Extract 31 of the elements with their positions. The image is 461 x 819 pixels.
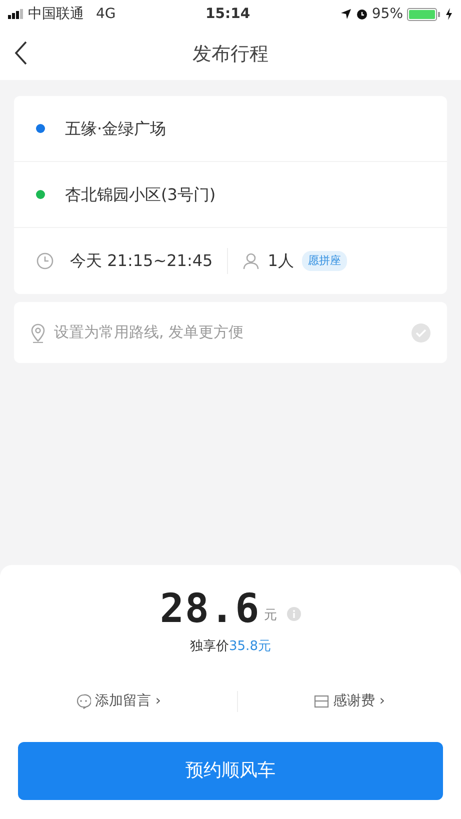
- carpool-tag: 愿拼座: [302, 250, 347, 272]
- network-type: 4G: [96, 4, 116, 24]
- chat-bubble-icon: [76, 694, 91, 708]
- clock-time: 15:14: [206, 4, 250, 24]
- carrier-name: 中国联通: [28, 4, 84, 24]
- add-message-button[interactable]: 添加留言 ›: [76, 690, 162, 712]
- price-amount: 28.6: [160, 589, 260, 629]
- clock-icon: [36, 252, 54, 270]
- page-title: 发布行程: [192, 42, 268, 67]
- departure-time[interactable]: 今天 21:15~21:45: [70, 249, 213, 273]
- price-unit: 元: [264, 606, 278, 624]
- exclusive-price-label: 独享价: [190, 638, 230, 656]
- alarm-clock-icon: [356, 8, 368, 20]
- battery-percent: 95%: [372, 4, 403, 24]
- charging-bolt-icon: [445, 8, 453, 20]
- chevron-left-icon: [14, 40, 28, 65]
- back-button[interactable]: [14, 40, 28, 65]
- location-pin-icon: [30, 322, 46, 342]
- book-ride-button[interactable]: 预约顺风车: [18, 742, 443, 800]
- thank-fee-button[interactable]: 感谢费 ›: [314, 690, 386, 712]
- stop-name[interactable]: 五缘·金绿广场: [65, 116, 166, 140]
- person-icon: [242, 252, 260, 270]
- envelope-icon: [314, 694, 329, 708]
- location-arrow-icon: [340, 8, 352, 20]
- signal-icon: [8, 9, 24, 19]
- check-circle-icon[interactable]: [411, 322, 431, 342]
- stop-name[interactable]: 杏北锦园小区(3号门): [65, 182, 216, 206]
- exclusive-price: 35.8元: [229, 638, 271, 656]
- passenger-count[interactable]: 1人: [268, 249, 294, 273]
- info-icon[interactable]: [287, 607, 302, 621]
- battery-icon: [407, 8, 441, 20]
